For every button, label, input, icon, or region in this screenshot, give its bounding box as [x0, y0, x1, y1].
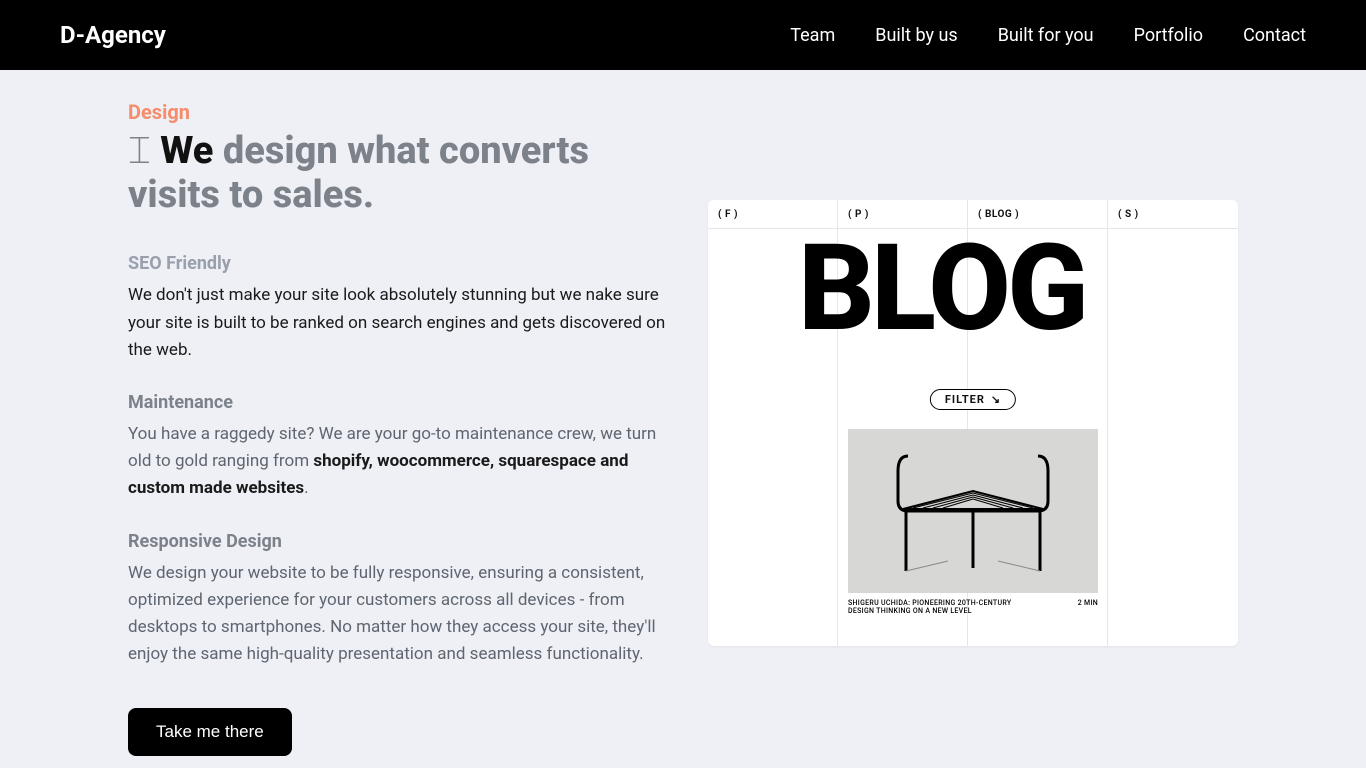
blog-card-meta: SHIGERU UCHIDA: PIONEERING 20TH-CENTURY … — [848, 599, 1098, 616]
slide-headline: BLOG — [798, 219, 1085, 359]
blog-card[interactable]: SHIGERU UCHIDA: PIONEERING 20TH-CENTURY … — [848, 429, 1098, 616]
feature-seo: SEO Friendly We don't just make your sit… — [128, 253, 668, 364]
arrow-down-right-icon: ↘ — [991, 393, 1001, 406]
section-eyebrow: Design — [128, 100, 668, 124]
filter-label: FILTER — [945, 393, 985, 406]
showcase-column: ( F ) ( P ) ( BLOG ) ( S ) BLOG FILTER ↘ — [708, 100, 1306, 756]
cta-button[interactable]: Take me there — [128, 708, 292, 756]
hero-typed-word: We — [160, 129, 213, 173]
blog-card-readtime: 2 MIN — [1078, 599, 1098, 607]
nav-portfolio[interactable]: Portfolio — [1134, 25, 1203, 46]
feature-maintenance-title: Maintenance — [128, 392, 668, 413]
main-content: Design ⌶ We design what converts visits … — [0, 70, 1366, 756]
nav-built-for-you[interactable]: Built for you — [998, 25, 1094, 46]
feature-responsive-title: Responsive Design — [128, 531, 668, 552]
nav-built-by-us[interactable]: Built by us — [875, 25, 957, 46]
feature-maintenance-body-post: . — [304, 478, 308, 498]
filter-button[interactable]: FILTER ↘ — [930, 389, 1016, 410]
primary-nav: Team Built by us Built for you Portfolio… — [790, 25, 1306, 46]
portfolio-slide: ( F ) ( P ) ( BLOG ) ( S ) BLOG FILTER ↘ — [708, 200, 1238, 646]
feature-seo-body: We don't just make your site look absolu… — [128, 282, 668, 364]
brand-logo[interactable]: D-Agency — [60, 21, 166, 49]
slide-tab-s[interactable]: ( S ) — [1108, 200, 1238, 228]
hero-headline: ⌶ We design what converts visits to sale… — [128, 130, 668, 217]
feature-responsive: Responsive Design We design your website… — [128, 531, 668, 669]
site-header: D-Agency Team Built by us Built for you … — [0, 0, 1366, 70]
blog-card-image — [848, 429, 1098, 593]
slide-body: BLOG FILTER ↘ — [708, 228, 1238, 646]
feature-responsive-body: We design your website to be fully respo… — [128, 560, 668, 669]
feature-seo-title: SEO Friendly — [128, 253, 668, 274]
blog-card-title: SHIGERU UCHIDA: PIONEERING 20TH-CENTURY … — [848, 599, 1028, 616]
feature-maintenance: Maintenance You have a raggedy site? We … — [128, 392, 668, 503]
nav-contact[interactable]: Contact — [1243, 25, 1306, 46]
typing-cursor-icon: ⌶ — [128, 129, 160, 173]
feature-maintenance-body: You have a raggedy site? We are your go-… — [128, 421, 668, 503]
chair-icon — [888, 446, 1058, 576]
nav-team[interactable]: Team — [790, 25, 835, 46]
content-column: Design ⌶ We design what converts visits … — [128, 100, 668, 756]
